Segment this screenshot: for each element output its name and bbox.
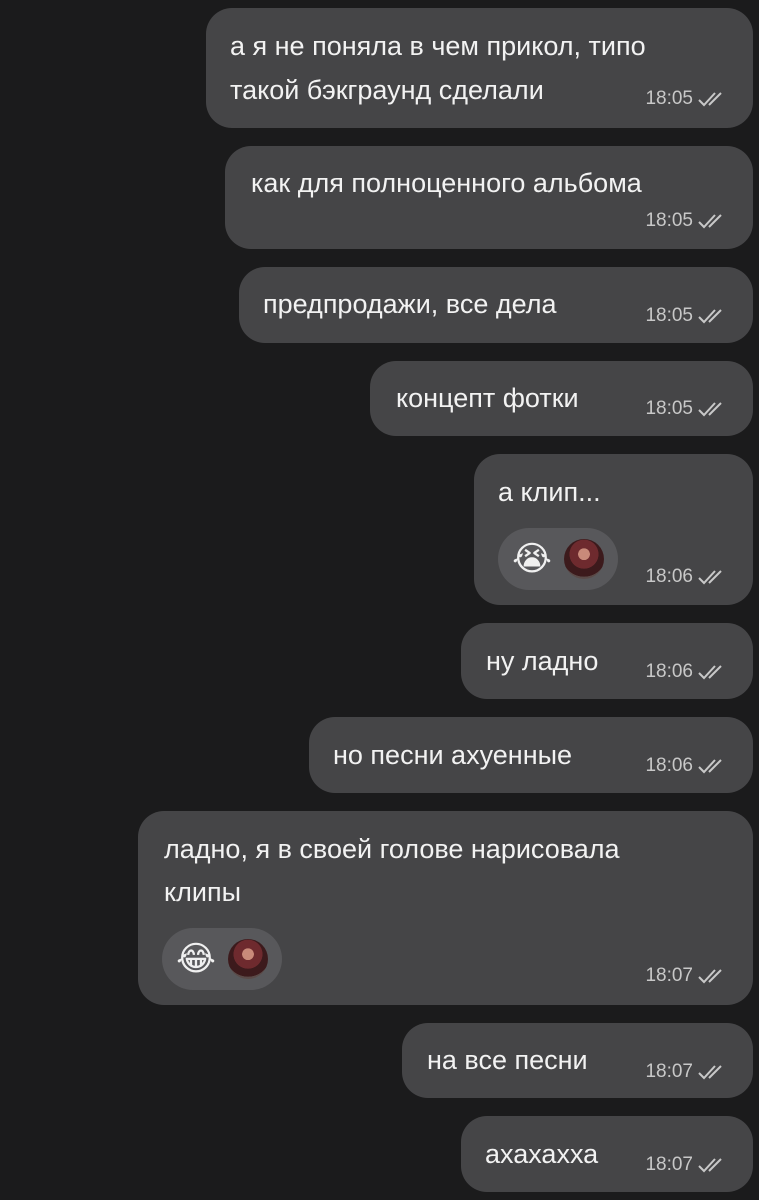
message-bubble[interactable]: концепт фотки 18:05 bbox=[370, 361, 753, 436]
double-check-icon bbox=[698, 402, 722, 417]
message-text-line: а я не поняла в чем прикол, типо bbox=[230, 31, 646, 61]
message-bubble[interactable]: на все песни 18:07 bbox=[402, 1023, 753, 1098]
message-meta: 18:06 bbox=[645, 755, 727, 777]
reaction-pill[interactable]: 😂 bbox=[162, 928, 282, 990]
message-text-line: как для полноценного альбома bbox=[251, 168, 642, 198]
message-meta: 18:05 bbox=[645, 88, 727, 110]
face-with-tears-of-joy-icon: 😂 bbox=[176, 940, 216, 978]
double-check-icon bbox=[698, 665, 722, 680]
message-bubble[interactable]: но песни ахуенные 18:06 bbox=[309, 717, 753, 793]
message-bubble[interactable]: ахахахха 18:07 bbox=[461, 1116, 753, 1192]
message-bubble[interactable]: предпродажи, все дела 18:05 bbox=[239, 267, 753, 343]
message-bubble[interactable]: ладно, я в своей голове нарисовала клипы… bbox=[138, 811, 753, 1005]
message-text-line: но песни ахуенные bbox=[333, 740, 573, 770]
message-time: 18:05 bbox=[645, 210, 693, 231]
message-time: 18:07 bbox=[645, 1154, 693, 1175]
double-check-icon bbox=[698, 969, 722, 984]
message-text-line: на все песни bbox=[427, 1045, 588, 1075]
message-time: 18:05 bbox=[645, 305, 693, 326]
message-time: 18:07 bbox=[645, 1061, 693, 1082]
message-text-line: клипы bbox=[164, 877, 241, 907]
message-meta: 18:05 bbox=[645, 398, 727, 420]
message-meta: 18:07 bbox=[645, 1154, 727, 1176]
message-bubble[interactable]: а я не поняла в чем прикол, типо такой б… bbox=[206, 8, 753, 128]
message-meta: 18:07 bbox=[645, 1061, 727, 1083]
message-meta: 18:07 bbox=[645, 965, 727, 987]
double-check-icon bbox=[698, 92, 722, 107]
double-check-icon bbox=[698, 1158, 722, 1173]
message-meta: 18:05 bbox=[645, 305, 727, 327]
message-bubble[interactable]: как для полноценного альбома 18:05 bbox=[225, 146, 753, 249]
message-text-line: ну ладно bbox=[486, 646, 599, 676]
message-text-line: предпродажи, все дела bbox=[263, 289, 557, 319]
reaction-pill[interactable]: 😭 bbox=[498, 528, 618, 590]
message-meta: 18:05 bbox=[645, 210, 727, 232]
double-check-icon bbox=[698, 1065, 722, 1080]
message-text-line: а клип... bbox=[498, 477, 601, 507]
message-time: 18:05 bbox=[645, 398, 693, 419]
double-check-icon bbox=[698, 214, 722, 229]
message-time: 18:07 bbox=[645, 965, 693, 986]
message-text-line: ахахахха bbox=[485, 1139, 599, 1169]
message-bubble[interactable]: а клип... 😭 18:06 bbox=[474, 454, 753, 605]
message-text-line: такой бэкграунд сделали bbox=[230, 75, 544, 105]
message-time: 18:05 bbox=[645, 88, 693, 109]
message-bubble[interactable]: ну ладно 18:06 bbox=[461, 623, 753, 699]
avatar bbox=[228, 939, 268, 979]
double-check-icon bbox=[698, 759, 722, 774]
avatar bbox=[564, 539, 604, 579]
message-text-line: ладно, я в своей голове нарисовала bbox=[164, 834, 620, 864]
loudly-crying-face-icon: 😭 bbox=[512, 540, 552, 578]
message-time: 18:06 bbox=[645, 661, 693, 682]
message-time: 18:06 bbox=[645, 566, 693, 587]
double-check-icon bbox=[698, 570, 722, 585]
message-meta: 18:06 bbox=[645, 661, 727, 683]
message-time: 18:06 bbox=[645, 755, 693, 776]
message-meta: 18:06 bbox=[645, 566, 727, 588]
message-text-line: концепт фотки bbox=[396, 383, 579, 413]
double-check-icon bbox=[698, 309, 722, 324]
